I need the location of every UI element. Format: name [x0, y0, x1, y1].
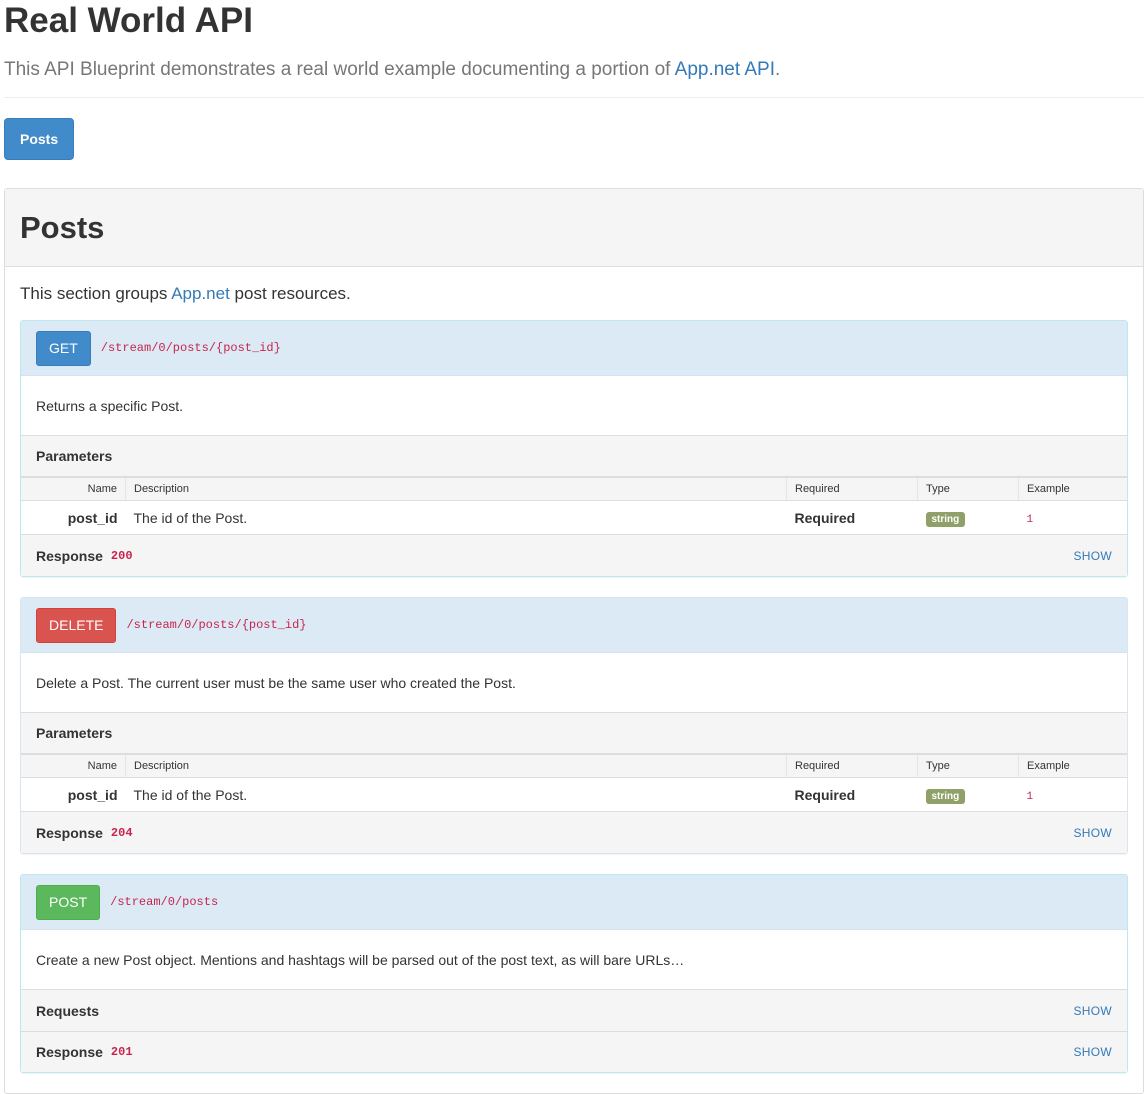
parameters-header-row: Name Description Required Type Example: [21, 477, 1127, 501]
col-name: Name: [21, 754, 126, 778]
param-type-badge: string: [925, 511, 966, 527]
response-show-link[interactable]: SHOW: [1073, 826, 1112, 840]
group-desc-prefix: This section groups: [20, 284, 172, 303]
parameters-table: Name Description Required Type Example p…: [21, 477, 1127, 535]
action-uri: /stream/0/posts: [110, 895, 219, 909]
action-header[interactable]: GET /stream/0/posts/{post_id}: [21, 321, 1127, 376]
param-example-cell: 1: [1018, 777, 1127, 812]
api-description-tail: .: [775, 59, 781, 80]
param-type-cell: string: [917, 500, 1019, 535]
resource-group-description: This section groups App.net post resourc…: [20, 284, 1128, 304]
response-label: Response: [36, 824, 103, 841]
response-show-link[interactable]: SHOW: [1073, 549, 1112, 563]
col-example: Example: [1018, 477, 1127, 501]
api-description: This API Blueprint demonstrates a real w…: [4, 58, 1144, 82]
param-example: 1: [1026, 791, 1034, 803]
action-header[interactable]: DELETE /stream/0/posts/{post_id}: [21, 598, 1127, 653]
response-code: 204: [110, 825, 133, 840]
param-name: post_id: [21, 500, 126, 535]
resource-group-posts: Posts This section groups App.net post r…: [4, 188, 1144, 1094]
api-description-text: This API Blueprint demonstrates a real w…: [4, 59, 675, 80]
response-code: 200: [110, 548, 133, 563]
app-net-link[interactable]: App.net: [171, 284, 230, 303]
method-badge-get: GET: [36, 330, 91, 366]
col-example: Example: [1018, 754, 1127, 778]
param-required: Required: [786, 500, 918, 535]
method-badge-delete: DELETE: [36, 607, 117, 643]
parameters-heading: Parameters: [21, 436, 1127, 477]
resource-group-title: Posts: [20, 209, 105, 245]
action-description: Create a new Post object. Mentions and h…: [21, 930, 1127, 990]
col-name: Name: [21, 477, 126, 501]
parameters-header-row: Name Description Required Type Example: [21, 754, 1127, 778]
requests-label: Requests: [36, 1002, 100, 1019]
col-type: Type: [917, 477, 1019, 501]
col-description: Description: [125, 754, 787, 778]
parameters-table: Name Description Required Type Example p…: [21, 754, 1127, 812]
posts-nav-button[interactable]: Posts: [4, 118, 75, 160]
param-type-cell: string: [917, 777, 1019, 812]
response-row: Response 200 SHOW: [21, 535, 1127, 576]
response-label: Response: [36, 1044, 103, 1060]
col-type: Type: [917, 754, 1019, 778]
col-description: Description: [125, 477, 787, 501]
divider: [4, 97, 1144, 98]
response-code: 201: [110, 1045, 133, 1059]
action-delete-post: DELETE /stream/0/posts/{post_id} Delete …: [20, 597, 1128, 854]
page: Real World API This API Blueprint demons…: [0, 0, 1148, 1094]
action-header[interactable]: POST /stream/0/posts: [21, 875, 1127, 930]
table-row: post_id The id of the Post. Required str…: [21, 777, 1127, 812]
param-required: Required: [786, 777, 918, 812]
action-get-post: GET /stream/0/posts/{post_id} Returns a …: [20, 320, 1128, 577]
method-badge-post: POST: [36, 884, 101, 920]
action-uri: /stream/0/posts/{post_id}: [100, 341, 281, 355]
param-example: 1: [1026, 514, 1034, 526]
page-title: Real World API: [4, 1, 253, 40]
param-type-badge: string: [925, 788, 966, 804]
action-description: Returns a specific Post.: [21, 376, 1127, 436]
table-row: post_id The id of the Post. Required str…: [21, 500, 1127, 535]
group-desc-suffix: post resources.: [229, 284, 351, 303]
app-net-api-link[interactable]: App.net API: [675, 59, 775, 80]
requests-show-link[interactable]: SHOW: [1073, 1004, 1112, 1018]
param-description: The id of the Post.: [125, 777, 787, 812]
resource-group-header: Posts: [5, 189, 1143, 267]
param-example-cell: 1: [1018, 500, 1127, 535]
col-required: Required: [786, 754, 918, 778]
action-create-post: POST /stream/0/posts Create a new Post o…: [20, 874, 1128, 1073]
resource-group-body: This section groups App.net post resourc…: [5, 267, 1143, 1073]
response-show-link[interactable]: SHOW: [1073, 1045, 1112, 1059]
action-uri: /stream/0/posts/{post_id}: [126, 618, 307, 632]
param-name: post_id: [21, 777, 126, 812]
requests-row: Requests SHOW: [21, 990, 1127, 1031]
response-row: Response 204 SHOW: [21, 812, 1127, 853]
response-label: Response: [36, 547, 103, 564]
action-description: Delete a Post. The current user must be …: [21, 653, 1127, 713]
param-description: The id of the Post.: [125, 500, 787, 535]
parameters-heading: Parameters: [21, 713, 1127, 754]
col-required: Required: [786, 477, 918, 501]
response-row: Response 201 SHOW: [21, 1031, 1127, 1072]
